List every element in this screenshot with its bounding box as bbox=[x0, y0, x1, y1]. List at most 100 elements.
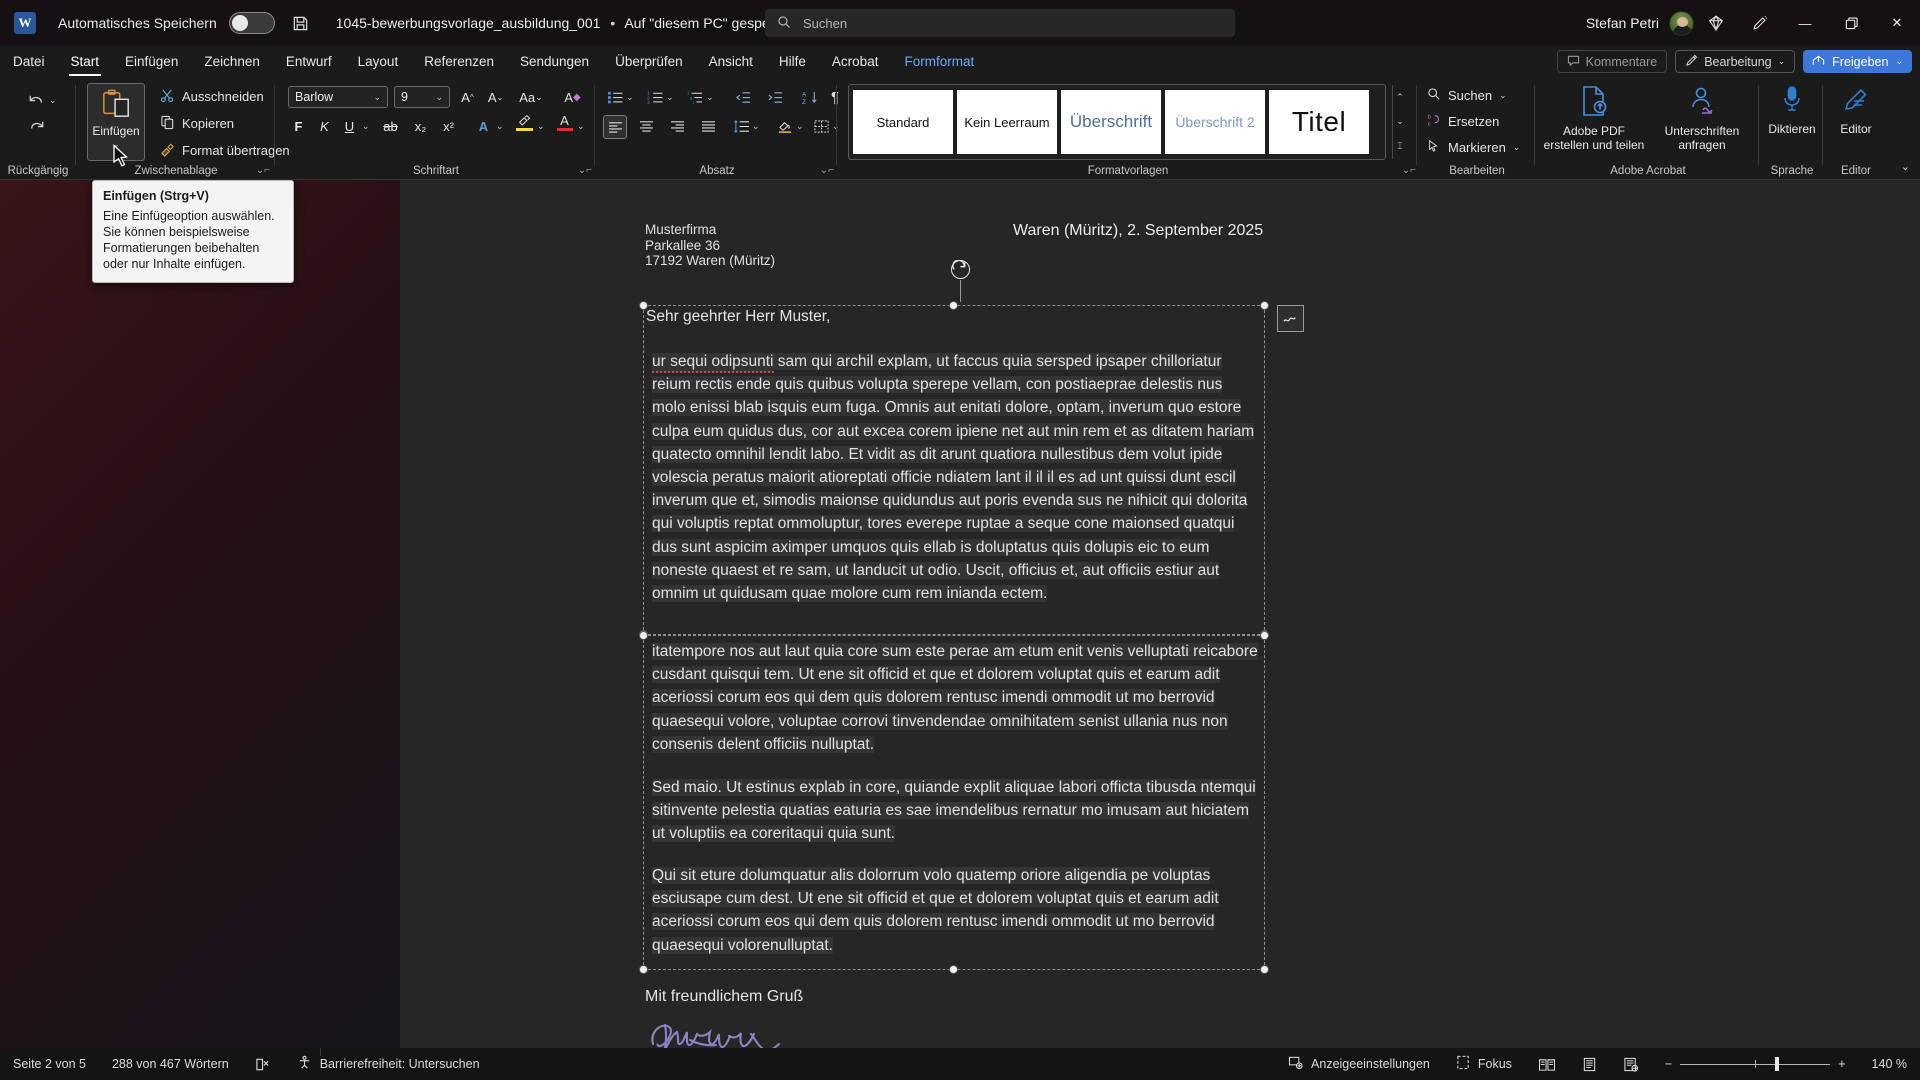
select-button[interactable]: Markieren ⌄ bbox=[1423, 136, 1524, 159]
chevron-down-icon[interactable]: ⌄ bbox=[496, 121, 504, 132]
justify-icon[interactable] bbox=[697, 115, 719, 137]
word-count[interactable]: 288 von 467 Wörtern bbox=[99, 1048, 242, 1080]
style-card-titel[interactable]: Titel bbox=[1269, 90, 1369, 154]
numbered-list-icon[interactable]: 1 2 3 bbox=[644, 86, 666, 108]
increase-indent-icon[interactable] bbox=[764, 86, 786, 108]
tab-datei[interactable]: Datei bbox=[0, 46, 58, 77]
tab-ueberpruefen[interactable]: Überprüfen bbox=[602, 46, 696, 77]
tab-zeichnen[interactable]: Zeichnen bbox=[191, 46, 273, 77]
font-family-select[interactable]: Barlow ⌄ bbox=[288, 86, 388, 108]
resize-handle-bc[interactable] bbox=[949, 965, 958, 974]
chevron-down-icon[interactable]: ⌄ bbox=[537, 121, 545, 132]
autosave-toggle[interactable] bbox=[228, 12, 275, 34]
zoom-in-button[interactable]: + bbox=[1838, 1048, 1858, 1080]
zoom-level-button[interactable]: 140 % bbox=[1859, 1048, 1920, 1080]
document-title-area[interactable]: 1045-bewerbungsvorlage_ausbildung_001 • … bbox=[336, 15, 825, 31]
shading-icon[interactable] bbox=[774, 115, 796, 137]
find-button[interactable]: Suchen ⌄ bbox=[1423, 84, 1511, 107]
chevron-down-icon[interactable]: ⌄ bbox=[1513, 142, 1521, 153]
paragraph-dialog-launcher[interactable]: ⌄⌐ bbox=[820, 165, 834, 176]
undo-icon[interactable] bbox=[26, 91, 47, 115]
body-paragraph-1[interactable]: ur sequi odipsunti sam qui archil explam… bbox=[644, 350, 1266, 605]
align-left-icon[interactable] bbox=[603, 115, 627, 139]
style-card-standard[interactable]: Standard bbox=[853, 90, 953, 154]
accessibility-status[interactable]: Barrierefreiheit: Untersuchen bbox=[284, 1048, 493, 1080]
dictate-button[interactable]: Diktieren bbox=[1760, 85, 1824, 161]
grow-font-icon[interactable]: A ^ bbox=[456, 86, 479, 109]
zoom-slider[interactable] bbox=[1680, 1048, 1831, 1080]
comments-button[interactable]: Kommentare bbox=[1556, 50, 1668, 73]
subscript-button[interactable]: x₂ bbox=[409, 115, 432, 138]
change-case-icon[interactable]: Aa ⌄ bbox=[514, 86, 548, 109]
focus-button[interactable]: Fokus bbox=[1443, 1048, 1525, 1080]
style-card-ueberschrift[interactable]: Überschrift bbox=[1061, 90, 1161, 154]
zoom-out-button[interactable]: − bbox=[1652, 1048, 1672, 1080]
chevron-down-icon[interactable]: ⌄ bbox=[706, 92, 714, 103]
align-center-icon[interactable] bbox=[635, 115, 657, 137]
close-button[interactable]: ✕ bbox=[1874, 0, 1920, 46]
text-frame-2[interactable]: itatempore nos aut laut quia core sum es… bbox=[639, 631, 1269, 974]
multilevel-list-icon[interactable]: 1 a i bbox=[684, 86, 706, 108]
resize-handle-bl[interactable] bbox=[639, 965, 648, 974]
tab-hilfe[interactable]: Hilfe bbox=[766, 46, 819, 77]
zoom-slider-thumb[interactable] bbox=[1775, 1057, 1780, 1071]
resize-handle-tc[interactable] bbox=[949, 301, 958, 310]
chevron-down-icon[interactable]: ⌄ bbox=[752, 121, 760, 132]
restore-button[interactable] bbox=[1828, 0, 1874, 46]
chevron-down-icon[interactable]: ⌄ bbox=[362, 121, 370, 132]
resize-handle-tr[interactable] bbox=[1260, 301, 1269, 310]
tab-start[interactable]: Start bbox=[58, 46, 113, 77]
style-card-ueberschrift-2[interactable]: Überschrift 2 bbox=[1165, 90, 1265, 154]
sort-az-icon[interactable]: A Z bbox=[799, 86, 821, 108]
chevron-down-icon[interactable]: ⌄ bbox=[577, 121, 585, 132]
decrease-indent-icon[interactable] bbox=[732, 86, 754, 108]
tab-acrobat[interactable]: Acrobat bbox=[819, 46, 892, 77]
request-signatures-button[interactable]: Unterschriften anfragen bbox=[1650, 85, 1754, 161]
diamond-icon[interactable] bbox=[1694, 0, 1738, 46]
display-settings-button[interactable]: Anzeigeeinstellungen bbox=[1275, 1048, 1443, 1080]
tab-entwurf[interactable]: Entwurf bbox=[273, 46, 345, 77]
read-mode-button[interactable] bbox=[1525, 1048, 1569, 1080]
tab-formformat[interactable]: Formformat bbox=[891, 46, 987, 77]
pen-icon[interactable] bbox=[1738, 0, 1782, 46]
chevron-down-icon[interactable]: ⌄ bbox=[666, 92, 674, 103]
body-paragraph-2[interactable]: itatempore nos aut laut quia core sum es… bbox=[644, 640, 1266, 756]
editing-mode-button[interactable]: Bearbeitung ⌄ bbox=[1675, 50, 1796, 73]
tab-referenzen[interactable]: Referenzen bbox=[411, 46, 507, 77]
underline-button[interactable]: U bbox=[338, 115, 361, 138]
clipboard-dialog-launcher[interactable]: ⌄⌐ bbox=[256, 165, 270, 176]
italic-button[interactable]: K bbox=[313, 115, 336, 138]
align-right-icon[interactable] bbox=[666, 115, 688, 137]
resize-handle-tl[interactable] bbox=[639, 631, 648, 640]
save-icon[interactable] bbox=[291, 14, 310, 33]
styles-more-icon[interactable]: ⌶ bbox=[1397, 141, 1402, 152]
share-button[interactable]: Freigeben ⌄ bbox=[1803, 50, 1912, 73]
tab-layout[interactable]: Layout bbox=[345, 46, 412, 77]
borders-icon[interactable] bbox=[810, 115, 832, 137]
highlight-icon[interactable] bbox=[513, 111, 536, 134]
superscript-button[interactable]: x² bbox=[437, 115, 460, 138]
styles-dialog-launcher[interactable]: ⌄⌐ bbox=[1402, 165, 1416, 176]
rotate-handle-icon[interactable] bbox=[951, 259, 970, 302]
avatar[interactable] bbox=[1669, 10, 1694, 36]
object-anchor-icon[interactable] bbox=[1277, 305, 1304, 332]
style-card-kein-leerraum[interactable]: Kein Leerraum bbox=[957, 90, 1057, 154]
proofing-error-icon[interactable] bbox=[242, 1048, 284, 1080]
font-color-icon[interactable]: A bbox=[553, 111, 576, 134]
styles-gallery-scroll[interactable]: ⌃ ⌄ ⌶ bbox=[1392, 85, 1407, 159]
copy-button[interactable]: Kopieren bbox=[156, 112, 238, 135]
chevron-down-icon[interactable]: ⌄ bbox=[1499, 90, 1507, 101]
replace-button[interactable]: b c Ersetzen bbox=[1423, 110, 1503, 133]
chevron-down-icon[interactable]: ⌄ bbox=[49, 95, 57, 106]
search-input[interactable]: Suchen bbox=[765, 9, 1235, 37]
text-frame-1[interactable]: Sehr geehrter Herr Muster, ur sequi odip… bbox=[639, 301, 1269, 639]
print-layout-button[interactable] bbox=[1569, 1048, 1610, 1080]
bullet-list-icon[interactable] bbox=[604, 86, 626, 108]
styles-gallery[interactable]: Standard Kein Leerraum Überschrift Übers… bbox=[848, 84, 1386, 160]
strikethrough-button[interactable]: ab bbox=[379, 115, 402, 138]
bold-button[interactable]: F bbox=[287, 115, 310, 138]
tab-einfuegen[interactable]: Einfügen bbox=[112, 46, 191, 77]
body-paragraph-4[interactable]: Qui sit eture dolumquatur alis dolorrum … bbox=[644, 864, 1266, 957]
web-layout-button[interactable] bbox=[1610, 1048, 1652, 1080]
collapse-ribbon-icon[interactable]: ⌄ bbox=[1901, 160, 1910, 173]
